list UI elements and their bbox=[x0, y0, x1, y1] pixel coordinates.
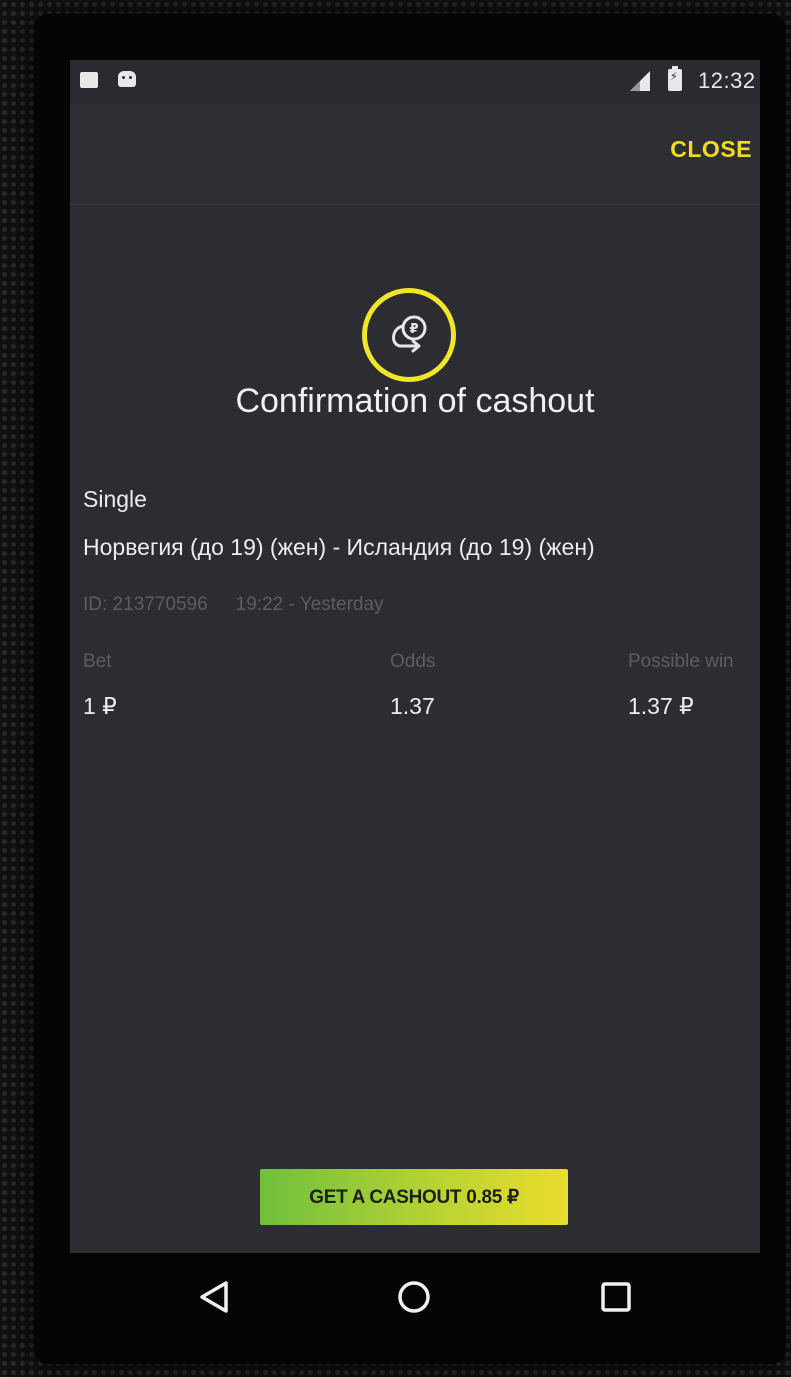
cashout-coin-icon: ₽ bbox=[362, 288, 456, 382]
phone-screen: 12:32 CLOSE ₽ Confirmation of cashout Si… bbox=[70, 60, 760, 1253]
status-bar: 12:32 bbox=[70, 60, 760, 104]
bet-value: 1 ₽ bbox=[83, 693, 117, 719]
system-nav-bar bbox=[70, 1253, 760, 1343]
bet-id: ID: 213770596 bbox=[83, 594, 208, 615]
odds-value: 1.37 bbox=[390, 693, 435, 719]
home-icon[interactable] bbox=[394, 1277, 434, 1317]
possible-win-label: Possible win bbox=[628, 651, 734, 672]
event-name: Норвегия (до 19) (жен) - Исландия (до 19… bbox=[83, 534, 595, 560]
android-icon bbox=[118, 71, 136, 87]
get-cashout-button[interactable]: GET A CASHOUT 0.85 ₽ bbox=[260, 1169, 568, 1225]
notification-square-icon bbox=[80, 72, 98, 88]
odds-label: Odds bbox=[390, 651, 436, 672]
recents-icon[interactable] bbox=[596, 1277, 636, 1317]
back-icon[interactable] bbox=[194, 1277, 234, 1317]
bet-time: 19:22 - Yesterday bbox=[235, 594, 384, 615]
bet-meta-row: ID: 213770596 19:22 - Yesterday bbox=[83, 594, 384, 616]
bet-type-label: Single bbox=[83, 486, 147, 512]
status-time: 12:32 bbox=[698, 68, 756, 93]
close-button[interactable]: CLOSE bbox=[670, 136, 752, 163]
svg-text:₽: ₽ bbox=[409, 322, 418, 337]
battery-charging-icon bbox=[668, 66, 682, 91]
signal-icon bbox=[630, 71, 650, 91]
bet-label: Bet bbox=[83, 651, 112, 672]
app-bar: CLOSE bbox=[70, 104, 760, 205]
page-title: Confirmation of cashout bbox=[235, 382, 595, 420]
possible-win-value: 1.37 ₽ bbox=[628, 693, 694, 719]
